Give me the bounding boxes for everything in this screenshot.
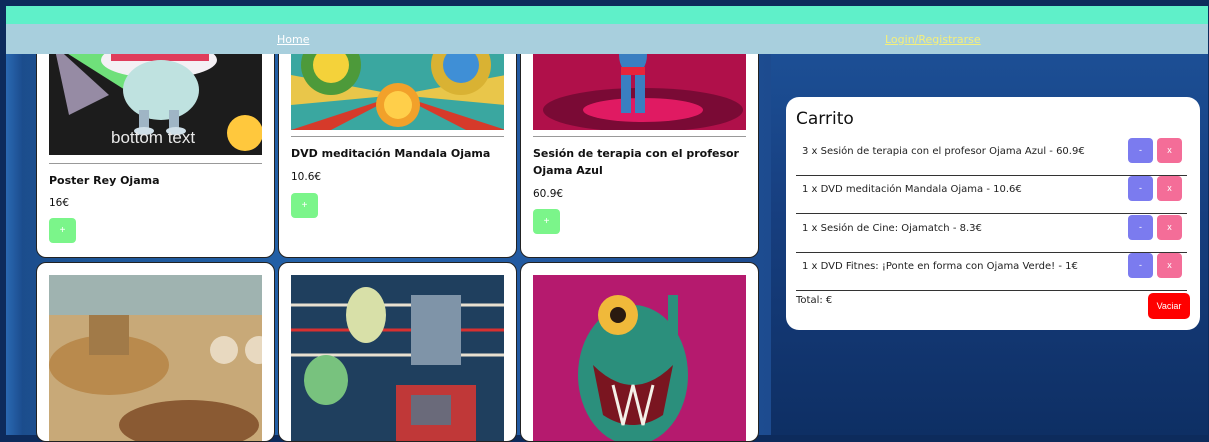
product-card xyxy=(36,262,275,442)
nav-home-link[interactable]: Home xyxy=(277,33,309,46)
cart-total: Total: € xyxy=(796,295,833,306)
cart-item-text: 1 x DVD meditación Mandala Ojama - 10.6€ xyxy=(802,184,1022,195)
cart-panel: Carrito 3 x Sesión de terapia con el pro… xyxy=(786,97,1200,330)
card-divider xyxy=(291,136,504,137)
remove-item-button[interactable]: x xyxy=(1157,253,1182,278)
product-name: Sesión de terapia con el profesor Ojama … xyxy=(533,147,739,177)
cart-item: 1 x DVD meditación Mandala Ojama - 10.6€… xyxy=(796,176,1187,214)
nav-login-link[interactable]: Login/Registrarse xyxy=(885,33,981,46)
top-accent-bar xyxy=(6,6,1208,24)
navbar: Home Login/Registrarse xyxy=(6,24,1208,54)
decrease-quantity-button[interactable]: - xyxy=(1128,215,1153,240)
product-card: Sesión de terapia con el profesor Ojama … xyxy=(520,34,759,258)
remove-item-button[interactable]: x xyxy=(1157,215,1182,240)
product-image xyxy=(533,275,746,441)
product-image xyxy=(291,275,504,441)
cart-title: Carrito xyxy=(796,109,854,129)
image-caption: bottom text xyxy=(111,128,195,147)
product-price: 60.9€ xyxy=(533,188,564,200)
add-to-cart-button[interactable]: + xyxy=(533,209,560,234)
add-to-cart-button[interactable]: + xyxy=(291,193,318,218)
clear-cart-button[interactable]: Vaciar xyxy=(1148,293,1190,319)
cart-item-text: 1 x DVD Fitnes: ¡Ponte en forma con Ojam… xyxy=(802,261,1078,272)
cart-item: 1 x DVD Fitnes: ¡Ponte en forma con Ojam… xyxy=(796,253,1187,291)
cart-item: 3 x Sesión de terapia con el profesor Oj… xyxy=(796,138,1187,176)
product-price: 16€ xyxy=(49,197,70,209)
card-divider xyxy=(533,136,746,137)
cart-item-text: 1 x Sesión de Cine: Ojamatch - 8.3€ xyxy=(802,223,982,234)
product-card xyxy=(520,262,759,442)
decrease-quantity-button[interactable]: - xyxy=(1128,138,1153,163)
product-name: Poster Rey Ojama xyxy=(49,174,160,187)
product-card: bottom text Poster Rey Ojama 16€ + xyxy=(36,34,275,258)
add-to-cart-button[interactable]: + xyxy=(49,218,76,243)
remove-item-button[interactable]: x xyxy=(1157,138,1182,163)
cart-item-text: 3 x Sesión de terapia con el profesor Oj… xyxy=(802,146,1085,157)
remove-item-button[interactable]: x xyxy=(1157,176,1182,201)
product-price: 10.6€ xyxy=(291,171,322,183)
decrease-quantity-button[interactable]: - xyxy=(1128,253,1153,278)
product-name: DVD meditación Mandala Ojama xyxy=(291,147,491,160)
product-card xyxy=(278,262,517,442)
decrease-quantity-button[interactable]: - xyxy=(1128,176,1153,201)
product-card: DVD meditación Mandala Ojama 10.6€ + xyxy=(278,34,517,258)
cart-item: 1 x Sesión de Cine: Ojamatch - 8.3€ - x xyxy=(796,215,1187,253)
product-image xyxy=(49,275,262,441)
card-divider xyxy=(49,163,262,164)
